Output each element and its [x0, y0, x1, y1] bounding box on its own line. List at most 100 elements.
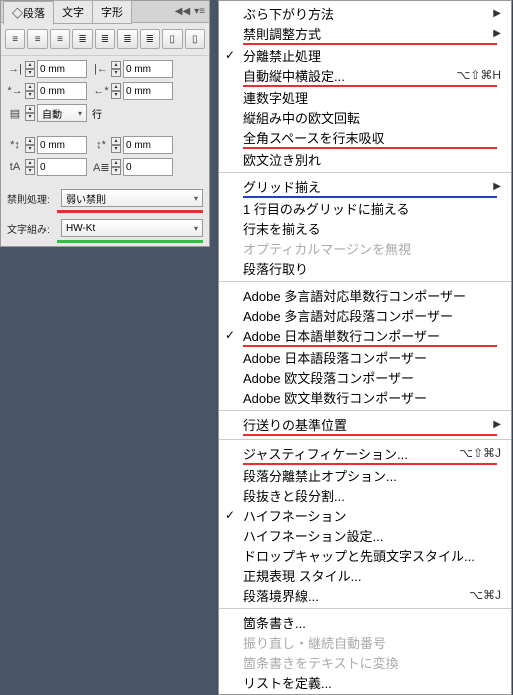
- dropcap-chars-icon: A≣: [93, 161, 109, 174]
- mojikumi-label: 文字組み:: [7, 221, 57, 236]
- menu-grep-style[interactable]: 正規表現 スタイル...: [219, 565, 511, 585]
- stepper[interactable]: ▴▾: [25, 159, 35, 175]
- stepper[interactable]: ▴▾: [25, 137, 35, 153]
- last-indent-input[interactable]: [123, 82, 173, 100]
- highlight-line: [57, 210, 203, 213]
- kinsoku-select[interactable]: 弱い禁則▾: [61, 189, 203, 207]
- tab-glyph[interactable]: 字形: [92, 0, 132, 24]
- space-before-icon: *↕: [7, 139, 23, 151]
- check-icon: ✓: [225, 508, 235, 522]
- alignment-row: ≡ ≡ ≡ ≣ ≣ ≣ ≣ ▯ ▯: [1, 23, 209, 56]
- justify-center-button[interactable]: ≣: [95, 29, 115, 49]
- menu-span-split-columns[interactable]: 段抜きと段分割...: [219, 485, 511, 505]
- menu-dropcap-style[interactable]: ドロップキャップと先頭文字スタイル...: [219, 545, 511, 565]
- grid-icon: ▤: [7, 107, 23, 120]
- menu-keep-options[interactable]: 段落分離禁止オプション...: [219, 465, 511, 485]
- menu-composer-jp-para[interactable]: Adobe 日本語段落コンポーザー: [219, 347, 511, 367]
- menu-roman-break[interactable]: 欧文泣き別れ: [219, 149, 511, 169]
- menu-composer-roman-para[interactable]: Adobe 欧文段落コンポーザー: [219, 367, 511, 387]
- justify-right-button[interactable]: ≣: [117, 29, 137, 49]
- menu-bunri-kinshi[interactable]: ✓分離禁止処理: [219, 45, 511, 65]
- menu-separator: [219, 281, 511, 282]
- indent-left-icon: →|: [7, 63, 23, 75]
- menu-separator: [219, 439, 511, 440]
- menu-separator: [219, 410, 511, 411]
- shortcut-label: ⌥⇧⌘H: [456, 68, 501, 82]
- menu-convert-bullets: 箇条書きをテキストに変換: [219, 652, 511, 672]
- submenu-arrow-icon: ▶: [493, 8, 501, 19]
- stepper[interactable]: ▴▾: [25, 105, 35, 121]
- menu-rensuji[interactable]: 連数字処理: [219, 87, 511, 107]
- unit-label: 行: [92, 106, 102, 121]
- mojikumi-select[interactable]: HW-Kt▾: [61, 219, 203, 237]
- menu-first-line-grid[interactable]: 1 行目のみグリッドに揃える: [219, 198, 511, 218]
- menu-composer-roman-single[interactable]: Adobe 欧文単数行コンポーザー: [219, 387, 511, 407]
- auto-select[interactable]: 自動▾: [37, 104, 87, 122]
- dropcap-chars-input[interactable]: [123, 158, 173, 176]
- highlight-line: [57, 240, 203, 243]
- menu-restart-numbering: 振り直し・継続自動番号: [219, 632, 511, 652]
- menu-kinsoku-adjust[interactable]: 禁則調整方式▶: [219, 23, 511, 43]
- indent-right-input[interactable]: [123, 60, 173, 78]
- panel-menu-icon[interactable]: ▾≡: [194, 6, 205, 17]
- menu-tatechuyoko[interactable]: 自動縦中横設定...⌥⇧⌘H: [219, 65, 511, 85]
- menu-leading-basis[interactable]: 行送りの基準位置▶: [219, 414, 511, 434]
- submenu-arrow-icon: ▶: [493, 181, 501, 192]
- context-menu: ぶら下がり方法▶ 禁則調整方式▶ ✓分離禁止処理 自動縦中横設定...⌥⇧⌘H …: [218, 0, 512, 695]
- stepper[interactable]: ▴▾: [111, 159, 121, 175]
- align-center-button[interactable]: ≡: [27, 29, 47, 49]
- align-spine-button[interactable]: ▯: [162, 29, 182, 49]
- shortcut-label: ⌥⌘J: [469, 588, 501, 602]
- dropcap-lines-input[interactable]: [37, 158, 87, 176]
- stepper[interactable]: ▴▾: [111, 83, 121, 99]
- menu-fullwidth-absorb[interactable]: 全角スペースを行末吸収: [219, 127, 511, 147]
- space-after-icon: ↕*: [93, 139, 109, 151]
- tab-character[interactable]: 文字: [53, 0, 93, 24]
- check-icon: ✓: [225, 328, 235, 342]
- tab-paragraph[interactable]: ◇段落: [3, 1, 54, 25]
- menu-optical-margin: オプティカルマージンを無視: [219, 238, 511, 258]
- align-left-button[interactable]: ≡: [5, 29, 25, 49]
- menu-composer-jp-single[interactable]: ✓Adobe 日本語単数行コンポーザー: [219, 325, 511, 345]
- menu-hyphenation-settings[interactable]: ハイフネーション設定...: [219, 525, 511, 545]
- align-right-button[interactable]: ≡: [50, 29, 70, 49]
- space-after-input[interactable]: [123, 136, 173, 154]
- paragraph-panel: ◇段落 文字 字形 ◀◀ ▾≡ ≡ ≡ ≡ ≣ ≣ ≣ ≣ ▯ ▯ →|▴▾ |…: [0, 0, 210, 247]
- dropcap-lines-icon: tA: [7, 161, 23, 173]
- first-indent-icon: *→: [7, 85, 23, 97]
- menu-burasagari[interactable]: ぶら下がり方法▶: [219, 3, 511, 23]
- menu-bullets[interactable]: 箇条書き...: [219, 612, 511, 632]
- menu-paragraph-rules[interactable]: 段落境界線...⌥⌘J: [219, 585, 511, 605]
- justify-full-button[interactable]: ≣: [140, 29, 160, 49]
- menu-paragraph-gyodori[interactable]: 段落行取り: [219, 258, 511, 278]
- menu-hyphenation[interactable]: ✓ハイフネーション: [219, 505, 511, 525]
- menu-align-line-end[interactable]: 行末を揃える: [219, 218, 511, 238]
- stepper[interactable]: ▴▾: [111, 137, 121, 153]
- space-before-input[interactable]: [37, 136, 87, 154]
- menu-separator: [219, 608, 511, 609]
- menu-grid-align[interactable]: グリッド揃え▶: [219, 176, 511, 196]
- highlight-line: [243, 434, 497, 436]
- indent-left-input[interactable]: [37, 60, 87, 78]
- last-indent-icon: ←*: [93, 85, 109, 97]
- stepper[interactable]: ▴▾: [25, 61, 35, 77]
- collapse-icon[interactable]: ◀◀: [175, 6, 190, 17]
- menu-composer-world-single[interactable]: Adobe 多言語対応単数行コンポーザー: [219, 285, 511, 305]
- align-away-spine-button[interactable]: ▯: [185, 29, 205, 49]
- kinsoku-label: 禁則処理:: [7, 191, 57, 206]
- check-icon: ✓: [225, 48, 235, 62]
- menu-composer-world-para[interactable]: Adobe 多言語対応段落コンポーザー: [219, 305, 511, 325]
- stepper[interactable]: ▴▾: [25, 83, 35, 99]
- justify-left-button[interactable]: ≣: [72, 29, 92, 49]
- first-indent-input[interactable]: [37, 82, 87, 100]
- menu-separator: [219, 172, 511, 173]
- menu-justification[interactable]: ジャスティフィケーション...⌥⇧⌘J: [219, 443, 511, 463]
- menu-define-lists[interactable]: リストを定義...: [219, 672, 511, 692]
- shortcut-label: ⌥⇧⌘J: [459, 446, 501, 460]
- indent-right-icon: |←: [93, 63, 109, 75]
- menu-roman-rotate[interactable]: 縦組み中の欧文回転: [219, 107, 511, 127]
- submenu-arrow-icon: ▶: [493, 419, 501, 430]
- stepper[interactable]: ▴▾: [111, 61, 121, 77]
- submenu-arrow-icon: ▶: [493, 28, 501, 39]
- panel-tabs: ◇段落 文字 字形 ◀◀ ▾≡: [1, 1, 209, 23]
